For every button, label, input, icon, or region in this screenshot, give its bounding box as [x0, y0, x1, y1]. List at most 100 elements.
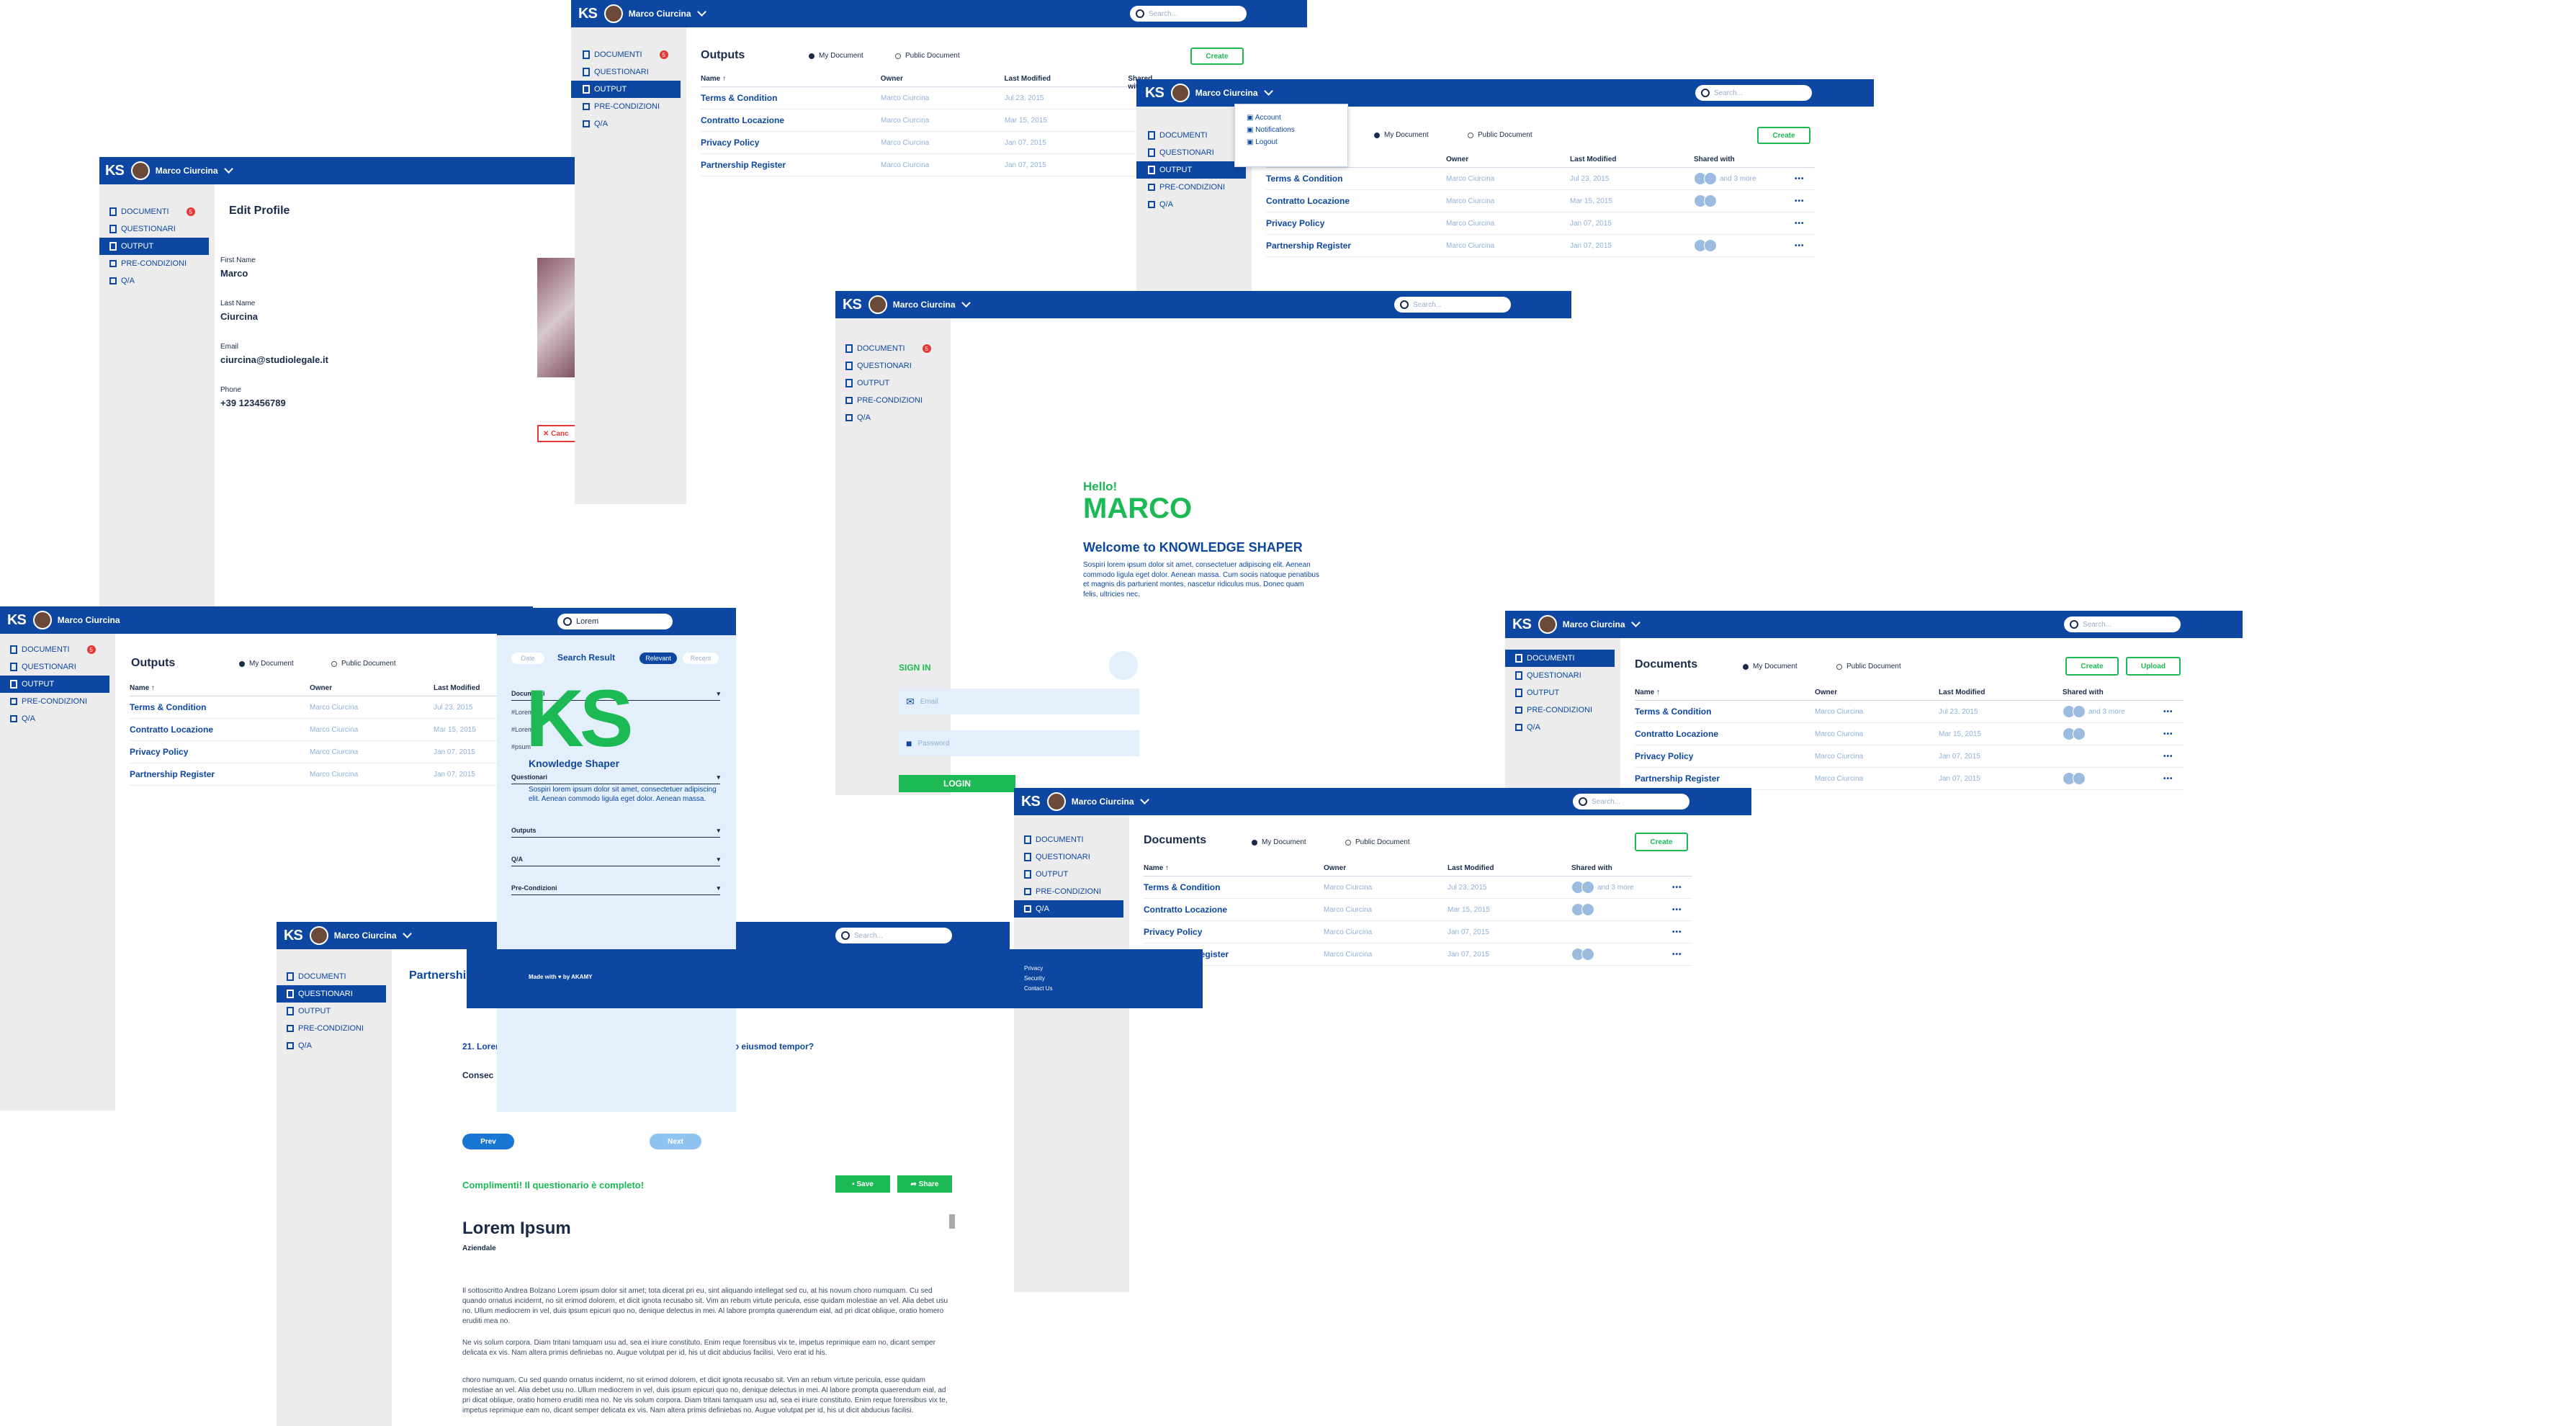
sidebar-item-precondizioni[interactable]: PRE-CONDIZIONI	[1014, 883, 1129, 900]
sidebar-item-questionari[interactable]: QUESTIONARI	[1014, 848, 1129, 866]
sidebar-item-qa[interactable]: Q/A	[0, 710, 115, 727]
table-row[interactable]: Contratto Locazione Marco Ciurcina Mar 15,…	[1266, 190, 1815, 212]
search-input[interactable]: Search...	[835, 928, 952, 943]
menu-item-notifications[interactable]: ▣ Notifications	[1235, 124, 1347, 136]
radio-public-document[interactable]: Public Document	[1468, 131, 1532, 139]
sidebar-item-questionari[interactable]: QUESTIONARI	[835, 357, 951, 375]
chevron-down-icon[interactable]	[696, 7, 706, 17]
phone-field[interactable]: +39 123456789	[220, 398, 286, 408]
user-name[interactable]: Marco Ciurcina	[334, 931, 397, 941]
sidebar-item-precondizioni[interactable]: PRE-CONDIZIONI	[1136, 179, 1252, 196]
avatar[interactable]	[1046, 792, 1066, 811]
app-logo[interactable]: KS	[7, 612, 27, 629]
more-icon[interactable]: •••	[2163, 753, 2173, 761]
radio-my-document[interactable]: My Document	[809, 52, 863, 60]
share-button[interactable]: ➦ Share	[897, 1175, 952, 1193]
table-row[interactable]: Partnership RegisterMarco CiurcinaJan 07…	[701, 154, 1169, 176]
chevron-down-icon[interactable]	[1630, 618, 1641, 627]
user-name[interactable]: Marco Ciurcina	[1195, 88, 1258, 98]
sidebar-item-qa[interactable]: Q/A	[1014, 900, 1123, 918]
user-name[interactable]: Marco Ciurcina	[629, 9, 691, 19]
sidebar-item-documenti[interactable]: DOCUMENTI	[1505, 650, 1615, 667]
sidebar-item-qa[interactable]: Q/A	[1136, 196, 1252, 213]
password-input[interactable]: ■ Password	[899, 730, 1139, 756]
app-logo[interactable]: KS	[1512, 616, 1532, 633]
create-button[interactable]: Create	[1190, 48, 1244, 65]
app-logo[interactable]: KS	[843, 297, 862, 313]
sidebar-item-questionari[interactable]: QUESTIONARI	[0, 658, 115, 676]
sidebar-item-qa[interactable]: Q/A	[835, 409, 951, 426]
sidebar-item-output[interactable]: OUTPUT	[277, 1003, 392, 1020]
accordion-qa[interactable]: Q/A ▾	[511, 853, 720, 866]
scrollbar[interactable]	[949, 1214, 955, 1229]
more-icon[interactable]: •••	[1795, 242, 1805, 250]
email-field[interactable]: ciurcina@studiolegale.it	[220, 354, 328, 365]
search-input[interactable]: Lorem	[557, 614, 673, 629]
sidebar-item-questionari[interactable]: QUESTIONARI	[1505, 667, 1620, 684]
table-row[interactable]: Privacy Policy Marco Ciurcina Jan 07, 2015	[130, 741, 504, 763]
sidebar-item-precondizioni[interactable]: PRE-CONDIZIONI	[0, 693, 115, 710]
sidebar-item-qa[interactable]: Q/A	[99, 272, 215, 290]
prev-button[interactable]: Prev	[462, 1134, 514, 1149]
first-name-field[interactable]: Marco	[220, 268, 248, 279]
email-input[interactable]: ✉ Email	[899, 689, 1139, 714]
table-row[interactable]: Terms & Condition Marco Ciurcina Jul 23, 2…	[1635, 701, 2184, 723]
search-input[interactable]: Search...	[1130, 6, 1247, 22]
table-row[interactable]: Privacy Policy Marco Ciurcina Jan 07, 2015	[701, 132, 1169, 154]
sidebar-item-precondizioni[interactable]: PRE-CONDIZIONI	[277, 1020, 392, 1037]
sidebar-item-qa[interactable]: Q/A	[277, 1037, 392, 1054]
avatar[interactable]	[868, 295, 887, 314]
menu-item-account[interactable]: ▣ Account	[1235, 112, 1347, 124]
create-button[interactable]: Create	[1635, 833, 1688, 851]
more-icon[interactable]: •••	[1795, 175, 1805, 183]
table-row[interactable]: Contratto Locazione Marco Ciurcina Mar 15,…	[701, 109, 1169, 132]
table-row[interactable]: Partnership RegisterMarco CiurcinaJan 07…	[1266, 235, 1815, 257]
login-button[interactable]: LOGIN	[899, 775, 1015, 792]
sidebar-item-output[interactable]: OUTPUT	[1505, 684, 1620, 701]
upload-button[interactable]: Upload	[2126, 657, 2181, 676]
sidebar-item-output[interactable]: OUTPUT	[835, 375, 951, 392]
radio-my-document[interactable]: My Document	[1743, 663, 1798, 671]
table-row[interactable]: Contratto Locazione Marco Ciurcina Mar 15,…	[1144, 899, 1692, 921]
app-logo[interactable]: KS	[105, 163, 125, 179]
profile-photo[interactable]	[537, 258, 575, 377]
chevron-down-icon[interactable]	[402, 929, 412, 938]
radio-my-document[interactable]: My Document	[239, 660, 294, 668]
more-icon[interactable]: •••	[2163, 730, 2173, 738]
app-logo[interactable]: KS	[1145, 85, 1164, 102]
tab-date[interactable]: Date	[511, 653, 544, 664]
more-icon[interactable]: •••	[1672, 906, 1682, 914]
avatar[interactable]	[1538, 615, 1557, 634]
create-button[interactable]: Create	[1757, 127, 1810, 144]
table-row[interactable]: Contratto Locazione Marco Ciurcina Mar 15,…	[130, 719, 504, 741]
user-name[interactable]: Marco Ciurcina	[1563, 619, 1625, 629]
user-name[interactable]: Marco Ciurcina	[156, 166, 218, 176]
chevron-down-icon[interactable]	[961, 298, 971, 308]
table-row[interactable]: Contratto Locazione Marco Ciurcina Mar 15,…	[1635, 723, 2184, 745]
chevron-down-icon[interactable]	[223, 164, 233, 174]
more-icon[interactable]: •••	[2163, 775, 2173, 783]
avatar[interactable]	[1170, 84, 1190, 102]
sidebar-item-questionari[interactable]: QUESTIONARI	[99, 220, 215, 238]
avatar[interactable]	[309, 926, 328, 945]
table-row[interactable]: Terms & Condition Marco Ciurcina Jul 23, 2…	[1266, 168, 1815, 190]
table-row[interactable]: Partnership RegisterMarco CiurcinaJan 07…	[130, 763, 504, 786]
sidebar-item-qa[interactable]: Q/A	[1505, 719, 1620, 736]
more-icon[interactable]: •••	[1672, 928, 1682, 936]
sidebar-item-precondizioni[interactable]: PRE-CONDIZIONI	[1505, 701, 1620, 719]
table-row[interactable]: Privacy Policy Marco Ciurcina Jan 07, 2015…	[1266, 212, 1815, 235]
save-button[interactable]: ▪ Save	[835, 1175, 890, 1193]
search-input[interactable]: Search...	[2064, 616, 2181, 632]
search-input[interactable]: Search...	[1695, 85, 1812, 101]
footer-link-privacy[interactable]: Privacy	[1024, 965, 1043, 972]
tab-recent[interactable]: Recent	[683, 653, 719, 664]
sidebar-item-questionari[interactable]: QUESTIONARI	[277, 985, 386, 1003]
search-input[interactable]: Search...	[1394, 297, 1511, 313]
sidebar-item-output[interactable]: OUTPUT	[0, 676, 109, 693]
accordion-outputs[interactable]: Outputs ▾	[511, 824, 720, 838]
more-icon[interactable]: •••	[1795, 197, 1805, 205]
accordion-questionari[interactable]: Questionari ▾	[511, 771, 720, 784]
sidebar-item-precondizioni[interactable]: PRE-CONDIZIONI	[99, 255, 215, 272]
user-name[interactable]: Marco Ciurcina	[58, 615, 120, 625]
sidebar-item-output[interactable]: OUTPUT	[1136, 161, 1246, 179]
